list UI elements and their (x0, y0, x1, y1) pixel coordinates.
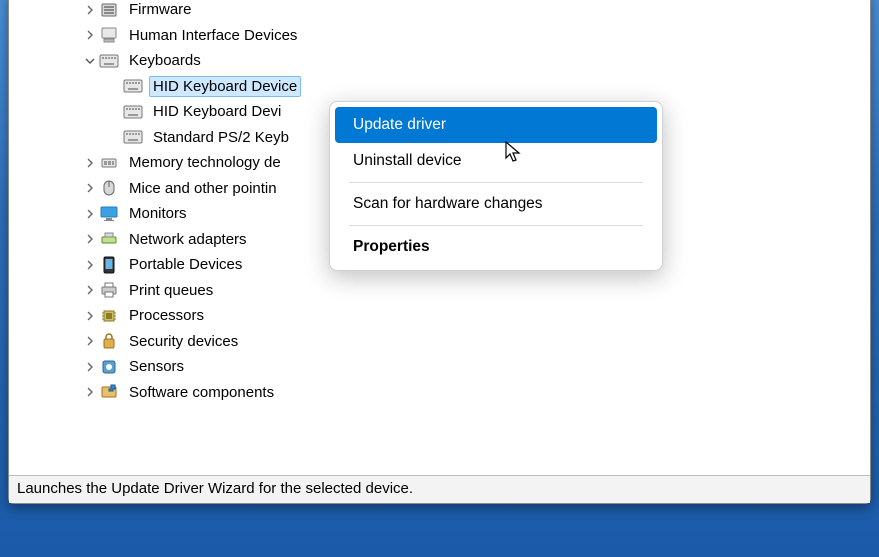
tree-item-software-components[interactable]: Software components (13, 380, 866, 406)
network-icon (99, 229, 119, 249)
menu-separator (349, 182, 643, 183)
tree-item-label: Human Interface Devices (125, 25, 301, 46)
menu-item-label: Scan for hardware changes (353, 195, 543, 213)
software-icon (99, 382, 119, 402)
caret-collapsed-icon[interactable] (81, 281, 99, 299)
monitor-icon (99, 204, 119, 224)
firmware-icon (99, 0, 119, 20)
tree-item-label: Portable Devices (125, 254, 246, 275)
tree-item-sensors[interactable]: Sensors (13, 354, 866, 380)
caret-collapsed-icon[interactable] (81, 179, 99, 197)
printer-icon (99, 280, 119, 300)
caret-collapsed-icon[interactable] (81, 230, 99, 248)
caret-collapsed-icon[interactable] (81, 332, 99, 350)
tree-item-label: Mice and other pointin (125, 178, 281, 199)
menu-item-label: Uninstall device (353, 152, 462, 170)
menu-item-label: Properties (353, 238, 430, 256)
menu-item-update-driver[interactable]: Update driver (335, 107, 657, 143)
status-bar: Launches the Update Driver Wizard for th… (9, 475, 870, 503)
status-text: Launches the Update Driver Wizard for th… (17, 480, 413, 497)
caret-expanded-icon[interactable] (81, 52, 99, 70)
tree-item-keyboards[interactable]: Keyboards (13, 48, 866, 74)
tree-item-label: Security devices (125, 331, 242, 352)
menu-separator (349, 225, 643, 226)
keyboard-icon (99, 51, 119, 71)
hid-icon (99, 25, 119, 45)
menu-item-scan-hardware[interactable]: Scan for hardware changes (335, 186, 657, 222)
menu-item-uninstall-device[interactable]: Uninstall device (335, 143, 657, 179)
tree-item-label: HID Keyboard Devi (149, 101, 285, 122)
processor-icon (99, 306, 119, 326)
tree-item-label: Standard PS/2 Keyb (149, 127, 293, 148)
menu-item-label: Update driver (353, 116, 446, 134)
security-icon (99, 331, 119, 351)
tree-item-processors[interactable]: Processors (13, 303, 866, 329)
sensor-icon (99, 357, 119, 377)
tree-item-label: Memory technology de (125, 152, 285, 173)
tree-item-label: Software components (125, 382, 278, 403)
tree-item-label: Firmware (125, 0, 196, 20)
caret-collapsed-icon[interactable] (81, 1, 99, 19)
tree-item-label: Processors (125, 305, 208, 326)
menu-item-properties[interactable]: Properties (335, 229, 657, 265)
tree-item-label: Monitors (125, 203, 191, 224)
context-menu: Update driver Uninstall device Scan for … (329, 101, 663, 271)
memory-icon (99, 153, 119, 173)
caret-collapsed-icon[interactable] (81, 154, 99, 172)
tree-item-label: Network adapters (125, 229, 251, 250)
tree-item-hid[interactable]: Human Interface Devices (13, 23, 866, 49)
caret-collapsed-icon[interactable] (81, 256, 99, 274)
tree-item-hid-keyboard-1[interactable]: HID Keyboard Device (13, 74, 866, 100)
tree-item-label: Print queues (125, 280, 217, 301)
caret-collapsed-icon[interactable] (81, 26, 99, 44)
caret-collapsed-icon[interactable] (81, 383, 99, 401)
tree-item-firmware[interactable]: Firmware (13, 0, 866, 23)
keyboard-icon (123, 127, 143, 147)
keyboard-icon (123, 76, 143, 96)
tree-item-label: Keyboards (125, 50, 205, 71)
tree-item-label: Sensors (125, 356, 188, 377)
tree-item-label: HID Keyboard Device (149, 76, 301, 97)
tree-item-security[interactable]: Security devices (13, 329, 866, 355)
caret-collapsed-icon[interactable] (81, 307, 99, 325)
tree-item-print-queues[interactable]: Print queues (13, 278, 866, 304)
keyboard-icon (123, 102, 143, 122)
caret-collapsed-icon[interactable] (81, 358, 99, 376)
mouse-icon (99, 178, 119, 198)
portable-device-icon (99, 255, 119, 275)
caret-collapsed-icon[interactable] (81, 205, 99, 223)
